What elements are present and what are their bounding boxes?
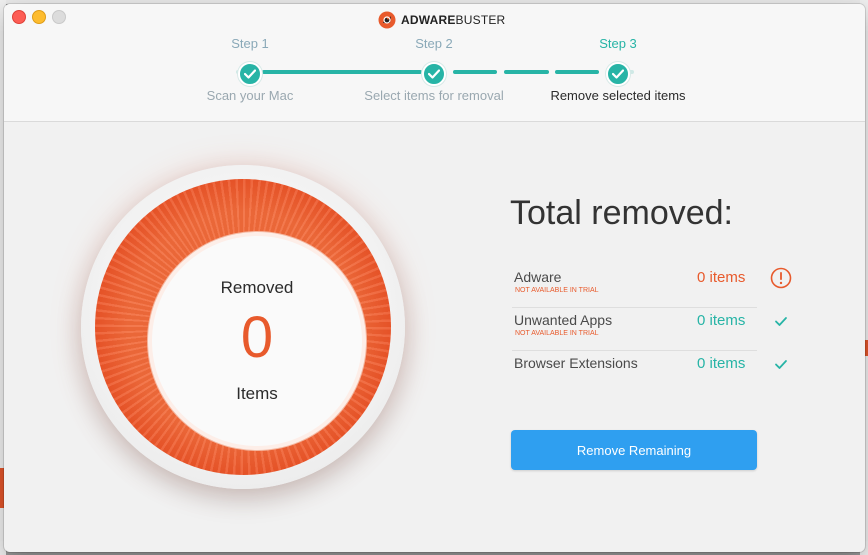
trial-warning: NOT AVAILABLE IN TRIAL — [515, 330, 599, 337]
step-1-title: Step 1 — [231, 36, 269, 51]
step-3-title: Step 3 — [599, 36, 637, 51]
summary-row-unwanted-apps: Unwanted Apps NOT AVAILABLE IN TRIAL 0 i… — [512, 307, 787, 351]
step-2-subtitle: Select items for removal — [364, 88, 504, 103]
total-removed-heading: Total removed: — [510, 194, 733, 232]
app-window: ADWAREBUSTER Step 1 Scan your Mac Step 2… — [4, 4, 865, 552]
summary-row-adware: Adware NOT AVAILABLE IN TRIAL 0 items — [512, 264, 792, 308]
step-connector — [504, 70, 549, 74]
step-3-subtitle: Remove selected items — [550, 88, 686, 103]
remove-remaining-button[interactable]: Remove Remaining — [511, 430, 757, 470]
check-icon — [775, 360, 787, 369]
step-1-subtitle: Scan your Mac — [206, 88, 294, 103]
step-1-check-icon — [238, 62, 262, 86]
row-label: Unwanted Apps — [514, 312, 613, 328]
step-2-check-icon — [422, 62, 446, 86]
row-count: 0 items — [697, 269, 746, 286]
check-icon — [775, 317, 787, 326]
gauge-label-bottom: Items — [236, 384, 278, 403]
row-label: Browser Extensions — [514, 355, 638, 371]
step-connector — [453, 70, 497, 74]
row-count: 0 items — [697, 312, 746, 329]
step-3-check-icon — [606, 62, 630, 86]
step-connector — [262, 70, 422, 74]
minimize-window-button[interactable] — [32, 10, 46, 24]
app-brand: ADWAREBUSTER — [378, 11, 505, 29]
step-2-title: Step 2 — [415, 36, 453, 51]
app-title: ADWAREBUSTER — [401, 13, 506, 27]
row-label: Adware — [514, 269, 562, 285]
removed-gauge: Removed 0 Items — [81, 165, 405, 489]
step-connector — [555, 70, 599, 74]
adwarebuster-logo-icon — [378, 11, 396, 29]
trial-warning: NOT AVAILABLE IN TRIAL — [515, 287, 599, 294]
removed-count: 0 — [240, 305, 274, 370]
summary-row-browser-extensions: Browser Extensions 0 items — [512, 350, 787, 393]
row-count: 0 items — [697, 355, 746, 372]
close-window-button[interactable] — [12, 10, 26, 24]
gauge-center: Removed 0 Items — [152, 236, 362, 446]
zoom-window-button[interactable] — [52, 10, 66, 24]
gauge-ring: Removed 0 Items — [95, 179, 391, 475]
gauge-label-top: Removed — [220, 278, 294, 297]
warning-icon[interactable] — [770, 267, 792, 289]
window-header: ADWAREBUSTER Step 1 Scan your Mac Step 2… — [4, 4, 865, 122]
